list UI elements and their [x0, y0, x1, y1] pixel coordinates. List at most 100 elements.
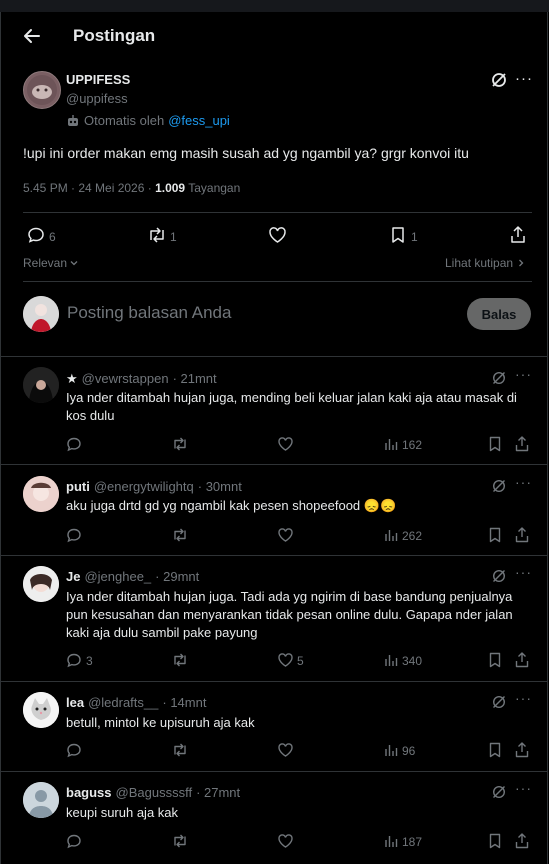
views-count: 96	[402, 744, 416, 758]
reply-text: keupi suruh aja kak	[66, 805, 179, 820]
views-icon[interactable]	[383, 652, 399, 668]
bookmark-icon[interactable]	[488, 742, 502, 758]
avatar-picture	[27, 75, 57, 105]
like-icon[interactable]	[277, 742, 294, 758]
post-time[interactable]: 5.45 PM · 24 Mei 2026 ·	[23, 181, 152, 195]
my-avatar[interactable]	[23, 296, 59, 332]
grok-icon[interactable]	[491, 370, 507, 386]
views-icon[interactable]	[383, 833, 399, 849]
more-options-icon[interactable]: ···	[515, 474, 532, 490]
views-count: 187	[402, 835, 423, 849]
bookmark-icon[interactable]	[488, 436, 502, 452]
views-label: Tayangan	[188, 181, 241, 195]
grok-icon[interactable]	[490, 71, 508, 89]
reply-input[interactable]: Posting balasan Anda	[67, 303, 231, 323]
share-icon[interactable]	[514, 651, 530, 668]
reply-name[interactable]: lea	[66, 695, 84, 710]
reply-text: aku juga drtd gd yg ngambil kak pesen sh…	[66, 498, 397, 513]
share-icon[interactable]	[514, 741, 530, 758]
divider	[0, 555, 547, 556]
reply-time[interactable]: · 27mnt	[196, 785, 240, 800]
repost-icon[interactable]	[171, 652, 189, 668]
like-icon[interactable]	[277, 833, 294, 849]
reply-icon[interactable]	[66, 833, 82, 849]
avatar[interactable]	[23, 692, 59, 728]
avatar[interactable]	[23, 367, 59, 403]
repost-icon[interactable]	[171, 527, 189, 543]
automated-by-link[interactable]: @fess_upi	[168, 113, 230, 128]
post-author-handle[interactable]: @uppifess	[66, 91, 128, 106]
avatar[interactable]	[23, 476, 59, 512]
quotes-label: Lihat kutipan	[445, 256, 514, 270]
like-icon[interactable]	[277, 527, 294, 543]
reply-header: Je @jenghee_ · 29mnt	[66, 569, 199, 584]
sort-relevant-button[interactable]: Relevan	[23, 256, 79, 270]
reply-icon[interactable]	[66, 436, 82, 452]
grok-icon[interactable]	[491, 784, 507, 800]
like-icon[interactable]	[277, 436, 294, 452]
reply-text: Iya nder ditambah hujan juga. Tadi ada y…	[66, 589, 513, 640]
automated-text: Otomatis oleh	[84, 113, 165, 128]
reply-handle[interactable]: @energytwilightq	[94, 479, 194, 494]
reply-name[interactable]: puti	[66, 479, 90, 494]
reply-icon[interactable]	[66, 652, 82, 668]
reply-name[interactable]: Je	[66, 569, 80, 584]
grok-icon[interactable]	[491, 694, 507, 710]
default-avatar[interactable]	[23, 782, 59, 818]
star-icon: ★	[66, 371, 78, 386]
divider	[0, 681, 547, 682]
back-arrow-icon[interactable]	[20, 24, 44, 48]
bookmark-icon[interactable]	[488, 527, 502, 543]
views-icon[interactable]	[383, 436, 399, 452]
reply-time[interactable]: · 30mnt	[198, 479, 242, 494]
repost-icon[interactable]	[171, 833, 189, 849]
view-quotes-link[interactable]: Lihat kutipan	[445, 256, 526, 270]
post-author-name[interactable]: UPPIFESS	[66, 72, 130, 87]
bookmark-icon[interactable]	[488, 833, 502, 849]
uppifess-avatar[interactable]	[23, 71, 61, 109]
grok-icon[interactable]	[491, 478, 507, 494]
reply-handle[interactable]: @ledrafts__	[88, 695, 158, 710]
repost-icon[interactable]	[171, 742, 189, 758]
views-count: 262	[402, 529, 423, 543]
more-options-icon[interactable]: ···	[515, 780, 532, 796]
grok-icon[interactable]	[491, 568, 507, 584]
views-icon[interactable]	[383, 527, 399, 543]
reply-handle[interactable]: @jenghee_	[84, 569, 151, 584]
reply-header: baguss @Bagussssff · 27mnt	[66, 785, 240, 800]
share-icon[interactable]	[514, 435, 530, 452]
reply-handle[interactable]: @Bagussssff	[116, 785, 193, 800]
more-options-icon[interactable]: ···	[515, 690, 532, 706]
automated-label: Otomatis oleh @fess_upi	[66, 113, 230, 128]
reply-time[interactable]: · 21mnt	[173, 371, 217, 387]
reply-count: 3	[86, 654, 93, 668]
share-icon[interactable]	[514, 832, 530, 849]
divider	[23, 281, 532, 282]
reply-time[interactable]: · 29mnt	[155, 569, 199, 584]
bookmark-icon[interactable]	[488, 652, 502, 668]
repost-icon[interactable]	[147, 226, 167, 244]
views-count: 340	[402, 654, 423, 668]
reply-icon[interactable]	[66, 742, 82, 758]
like-icon[interactable]	[268, 226, 287, 244]
reply-icon[interactable]	[66, 527, 82, 543]
like-icon[interactable]	[277, 652, 294, 668]
left-border	[0, 12, 1, 864]
avatar-picture	[23, 296, 59, 332]
more-options-icon[interactable]: ···	[515, 70, 533, 87]
repost-icon[interactable]	[171, 436, 189, 452]
share-icon[interactable]	[509, 225, 527, 244]
share-icon[interactable]	[514, 526, 530, 543]
reply-text: betull, mintol ke upisuruh aja kak	[66, 715, 255, 730]
avatar-picture	[23, 476, 59, 512]
more-options-icon[interactable]: ···	[515, 564, 532, 580]
bookmark-icon[interactable]	[390, 226, 406, 244]
reply-button[interactable]: Balas	[467, 298, 531, 330]
more-options-icon[interactable]: ···	[515, 366, 532, 382]
reply-name[interactable]: baguss	[66, 785, 112, 800]
reply-icon[interactable]	[27, 226, 45, 244]
reply-handle[interactable]: @vewrstappen	[82, 371, 169, 387]
views-icon[interactable]	[383, 742, 399, 758]
reply-time[interactable]: · 14mnt	[162, 695, 206, 710]
avatar[interactable]	[23, 566, 59, 602]
